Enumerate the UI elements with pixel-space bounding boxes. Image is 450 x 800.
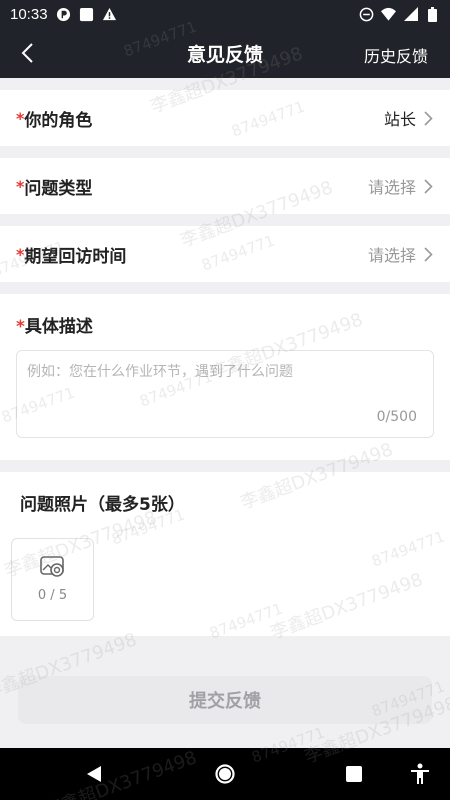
chevron-right-icon xyxy=(424,246,436,262)
accessibility-button[interactable] xyxy=(408,762,432,786)
photo-counter: 0 / 5 xyxy=(37,588,68,603)
submit-area: 提交反馈 xyxy=(0,660,450,748)
do-not-disturb-icon xyxy=(359,7,374,22)
description-section: *具体描述 0/500 xyxy=(0,294,450,460)
required-mark: * xyxy=(16,176,25,196)
submit-feedback-button[interactable]: 提交反馈 xyxy=(18,676,432,724)
description-counter: 0/500 xyxy=(376,409,417,425)
wifi-icon xyxy=(381,7,396,22)
warning-icon xyxy=(102,7,117,22)
photo-label: 问题照片（最多5张） xyxy=(20,495,185,515)
back-arrow-icon xyxy=(21,43,33,63)
camera-icon xyxy=(39,556,64,577)
description-box: 0/500 xyxy=(16,350,434,438)
status-time: 10:33 xyxy=(10,5,48,23)
back-button[interactable] xyxy=(14,40,40,66)
square-notification-icon xyxy=(79,7,94,22)
callback-time-label: 期望回访时间 xyxy=(24,246,127,267)
recents-square-icon xyxy=(346,766,362,782)
issue-type-label: 问题类型 xyxy=(24,178,93,199)
home-circle-icon xyxy=(215,764,235,784)
role-value: 站长 xyxy=(383,110,416,129)
status-bar: 10:33 xyxy=(0,0,450,28)
issue-type-value: 请选择 xyxy=(367,178,416,197)
description-label-text: 具体描述 xyxy=(24,317,93,337)
required-mark: * xyxy=(16,244,25,264)
app-notification-icon xyxy=(56,7,71,22)
required-mark: * xyxy=(16,317,25,337)
home-nav-button[interactable] xyxy=(213,762,237,786)
role-row[interactable]: * 你的角色 站长 xyxy=(0,90,450,146)
chevron-right-icon xyxy=(424,178,436,194)
signal-icon xyxy=(403,7,418,22)
battery-icon xyxy=(425,6,440,22)
photo-upload-button[interactable]: 0 / 5 xyxy=(11,538,94,621)
back-nav-button[interactable] xyxy=(82,762,106,786)
description-label: *具体描述 xyxy=(16,312,93,337)
header-bar: 意见反馈 历史反馈 xyxy=(0,28,450,78)
recents-nav-button[interactable] xyxy=(342,762,366,786)
description-input[interactable] xyxy=(17,351,433,411)
system-nav-bar xyxy=(0,748,450,800)
callback-time-value: 请选择 xyxy=(367,246,416,265)
history-feedback-link[interactable]: 历史反馈 xyxy=(364,43,428,67)
accessibility-icon xyxy=(411,763,429,784)
back-triangle-icon xyxy=(87,766,101,782)
photo-section: 问题照片（最多5张） 0 / 5 xyxy=(0,472,450,636)
callback-time-row[interactable]: * 期望回访时间 请选择 xyxy=(0,226,450,282)
chevron-right-icon xyxy=(424,110,436,126)
issue-type-row[interactable]: * 问题类型 请选择 xyxy=(0,158,450,214)
role-label: 你的角色 xyxy=(24,110,93,131)
